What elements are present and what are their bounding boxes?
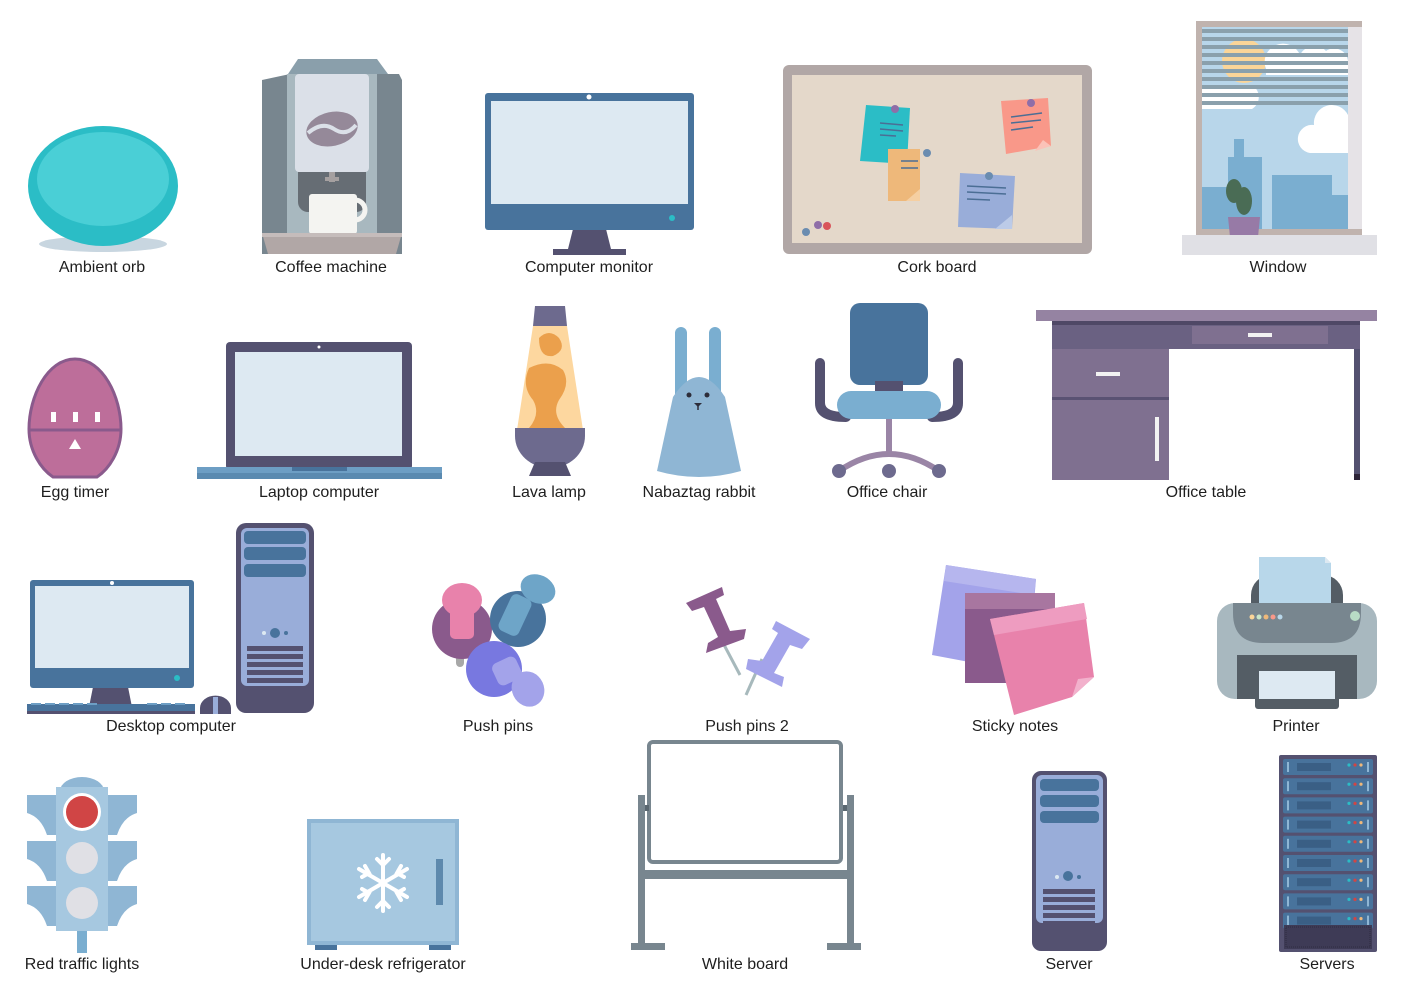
push-pins-icon: [432, 574, 556, 707]
label-red-traffic-lights: Red traffic lights: [24, 956, 140, 973]
cork-board-icon: [783, 65, 1092, 254]
label-office-chair: Office chair: [846, 484, 928, 501]
label-lava-lamp: Lava lamp: [512, 484, 586, 501]
coffee-machine-icon: [262, 59, 402, 254]
rabbit-icon: [657, 327, 741, 477]
rack-unit: [1283, 835, 1373, 852]
label-white-board: White board: [701, 956, 789, 973]
label-coffee-machine: Coffee machine: [275, 259, 387, 276]
office-chair-icon: [815, 303, 963, 478]
label-push-pins-2: Push pins 2: [705, 718, 789, 735]
label-printer: Printer: [1272, 718, 1320, 735]
sticky-notes-icon: [932, 565, 1094, 715]
label-sticky-notes: Sticky notes: [971, 718, 1059, 735]
lava-lamp-icon: [515, 306, 585, 476]
window-icon: [1182, 21, 1377, 255]
rack-unit: [1283, 797, 1373, 814]
whiteboard-icon: [631, 740, 861, 950]
label-laptop-computer: Laptop computer: [258, 484, 380, 501]
laptop-icon: [197, 342, 442, 479]
label-push-pins: Push pins: [462, 718, 534, 735]
label-servers: Servers: [1299, 956, 1355, 973]
printer-icon: [1217, 557, 1377, 709]
label-office-table: Office table: [1165, 484, 1247, 501]
push-pins-2-icon: [686, 587, 810, 696]
server-rack-icon: [1279, 755, 1377, 952]
label-desktop-computer: Desktop computer: [106, 718, 236, 735]
label-window: Window: [1249, 259, 1307, 276]
egg-timer-icon: [27, 357, 123, 479]
label-egg-timer: Egg timer: [40, 484, 110, 501]
rack-unit: [1283, 874, 1373, 891]
rack-unit: [1283, 855, 1373, 871]
label-computer-monitor: Computer monitor: [524, 259, 654, 276]
traffic-light-icon: [27, 777, 137, 953]
rack-unit: [1283, 893, 1373, 910]
refrigerator-icon: [307, 819, 459, 950]
label-ambient-orb: Ambient orb: [58, 259, 146, 276]
label-server: Server: [1045, 956, 1093, 973]
rack-unit: [1283, 759, 1373, 775]
office-table-icon: [1036, 310, 1377, 480]
desktop-computer-icon: [27, 523, 314, 714]
rack-unit: [1283, 778, 1373, 795]
label-nabaztag-rabbit: Nabaztag rabbit: [642, 484, 756, 501]
computer-monitor-icon: [485, 93, 694, 255]
rack-unit: [1283, 816, 1373, 833]
label-under-desk-refrigerator: Under-desk refrigerator: [300, 956, 466, 973]
ambient-orb-icon: [28, 126, 178, 252]
server-icon: [1032, 771, 1107, 951]
label-cork-board: Cork board: [897, 259, 977, 276]
